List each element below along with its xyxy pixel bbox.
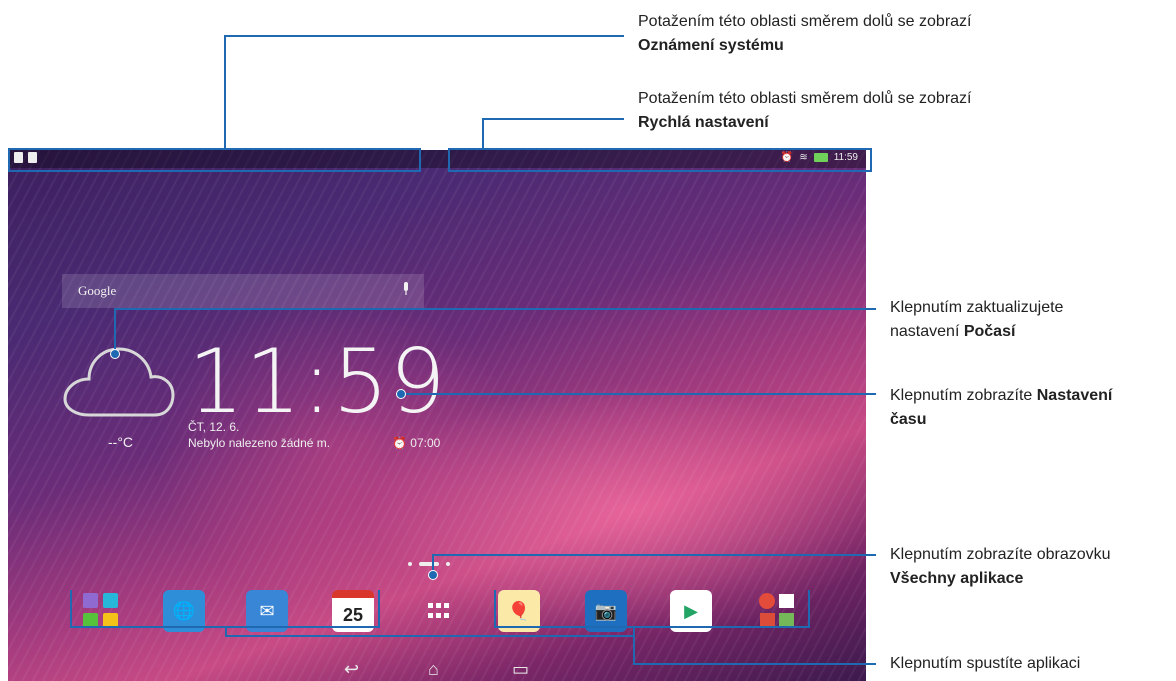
page-dot [446, 562, 450, 566]
clock-location: Nebylo nalezeno žádné m. [188, 436, 331, 450]
clock-alarm: ⏰ 07:00 [392, 436, 441, 450]
callout-pin [396, 389, 406, 399]
navigation-bar: ↩ ⌂ ▭ [8, 657, 866, 681]
callout-text: Potažením této oblasti směrem dolů se zo… [638, 13, 972, 30]
page-indicator [408, 562, 450, 566]
callout-line [114, 308, 876, 310]
callout-line [400, 393, 876, 395]
callout-text: Klepnutím zobrazíte [890, 387, 1037, 404]
quick-settings-highlight [448, 148, 872, 172]
search-label: Google [78, 283, 117, 298]
callout-line [225, 635, 635, 637]
callout-weather: Klepnutím zaktualizujete nastavení Počas… [890, 296, 1063, 344]
back-icon[interactable]: ↩ [344, 659, 359, 680]
dock-right-bracket [494, 590, 810, 628]
callout-notifications: Potažením této oblasti směrem dolů se zo… [638, 10, 972, 58]
callout-pin [110, 349, 120, 359]
callout-line [633, 663, 876, 665]
notification-area-highlight [8, 148, 421, 172]
callout-bold: času [890, 411, 927, 428]
google-search-bar[interactable]: Google [62, 274, 424, 308]
callout-text: Potažením této oblasti směrem dolů se zo… [638, 90, 972, 107]
recent-apps-icon[interactable]: ▭ [512, 659, 529, 680]
callout-line [482, 118, 624, 120]
clock-date: ČT, 12. 6. [188, 420, 240, 434]
callout-bold: Všechny aplikace [890, 570, 1024, 587]
callout-line [432, 554, 876, 556]
callout-line [224, 35, 624, 37]
callout-bold: Počasí [963, 323, 1016, 340]
callout-pin [428, 570, 438, 580]
callout-time: Klepnutím zobrazíte Nastavení času [890, 384, 1112, 432]
apps-grid-icon[interactable] [418, 590, 460, 632]
dock-left-bracket [70, 590, 380, 628]
callout-quick-settings: Potažením této oblasti směrem dolů se zo… [638, 87, 972, 135]
callout-bold: Nastavení [1036, 387, 1113, 404]
microphone-icon[interactable] [402, 282, 410, 296]
callout-line [633, 628, 635, 665]
callout-line [224, 35, 226, 148]
page-dot [408, 562, 412, 566]
callout-line [482, 118, 484, 148]
home-icon[interactable]: ⌂ [428, 659, 439, 680]
clock-time[interactable]: 11:59 [188, 338, 447, 426]
callout-text: nastavení [890, 323, 964, 340]
callout-line [114, 308, 116, 354]
callout-text: Klepnutím zaktualizujete [890, 299, 1064, 316]
callout-all-apps: Klepnutím zobrazíte obrazovku Všechny ap… [890, 543, 1111, 591]
callout-text: Klepnutím zobrazíte obrazovku [890, 546, 1111, 563]
temperature: --°C [108, 434, 134, 450]
alarm-time: 07:00 [410, 436, 441, 450]
callout-bold: Rychlá nastavení [638, 114, 769, 131]
callout-launch-app: Klepnutím spustíte aplikaci [890, 652, 1080, 676]
page-dot-active [419, 562, 439, 566]
callout-bold: Oznámení systému [638, 37, 784, 54]
callout-text: Klepnutím spustíte aplikaci [890, 655, 1081, 672]
